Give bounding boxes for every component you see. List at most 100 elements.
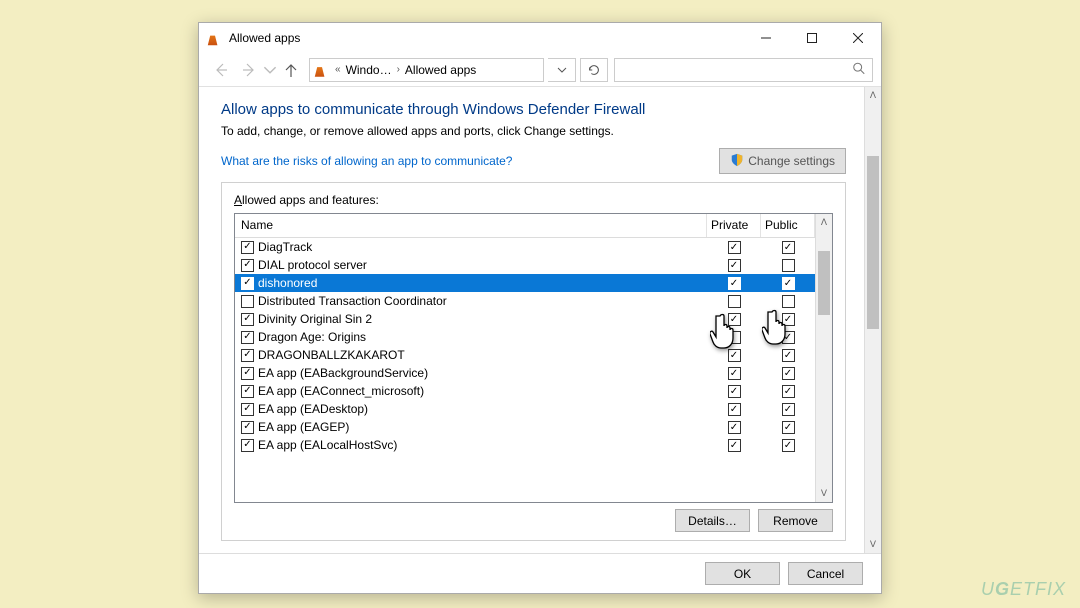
table-row[interactable]: ✓Divinity Original Sin 2✓✓ [235, 310, 815, 328]
app-checkbox[interactable]: ✓ [241, 259, 254, 272]
app-name: Distributed Transaction Coordinator [258, 294, 707, 308]
app-checkbox[interactable]: ✓ [241, 421, 254, 434]
public-checkbox[interactable]: ✓ [782, 313, 795, 326]
private-checkbox[interactable]: ✓ [728, 259, 741, 272]
allowed-apps-group: Allowed apps and features: Name Private … [221, 182, 846, 541]
search-icon [852, 61, 866, 78]
table-row[interactable]: ✓ DIAL protocol server ✓ [235, 256, 815, 274]
header-name[interactable]: Name [235, 214, 707, 237]
scroll-down-button[interactable]: ᐯ [816, 485, 832, 502]
change-settings-button[interactable]: Change settings [719, 148, 846, 174]
app-checkbox[interactable]: ✓ [241, 349, 254, 362]
private-checkbox[interactable]: ✓ [728, 403, 741, 416]
watermark: UGETFIX [981, 579, 1066, 600]
history-dropdown[interactable] [263, 56, 277, 84]
firewall-icon [314, 62, 330, 78]
close-button[interactable] [835, 23, 881, 53]
private-checkbox[interactable] [728, 295, 741, 308]
app-checkbox[interactable]: ✓ [241, 331, 254, 344]
app-checkbox[interactable]: ✓ [241, 367, 254, 380]
content-scrollbar[interactable]: ᐱ ᐯ [864, 87, 881, 553]
forward-button[interactable] [235, 56, 263, 84]
change-settings-label: Change settings [748, 154, 835, 168]
app-name: DRAGONBALLZKAKAROT [258, 348, 707, 362]
app-checkbox[interactable]: ✓ [241, 313, 254, 326]
minimize-button[interactable] [743, 23, 789, 53]
bottom-bar: OK Cancel [199, 553, 881, 593]
table-row[interactable]: ✓DiagTrack✓✓ [235, 238, 815, 256]
table-row[interactable]: ✓ EA app (EAConnect_microsoft) ✓ ✓ [235, 382, 815, 400]
table-row[interactable]: Distributed Transaction Coordinator [235, 292, 815, 310]
public-checkbox[interactable] [782, 295, 795, 308]
content-inner: Allow apps to communicate through Window… [199, 87, 864, 553]
maximize-button[interactable] [789, 23, 835, 53]
private-checkbox[interactable]: ✓ [728, 367, 741, 380]
private-checkbox[interactable]: ✓ [728, 421, 741, 434]
table-row[interactable]: ✓ Dragon Age: Origins ✓ [235, 328, 815, 346]
public-checkbox[interactable]: ✓ [782, 241, 795, 254]
private-checkbox[interactable] [728, 331, 741, 344]
breadcrumb-item[interactable]: Allowed apps [405, 63, 476, 77]
back-button[interactable] [207, 56, 235, 84]
app-checkbox[interactable]: ✓ [241, 277, 254, 290]
app-name: EA app (EAConnect_microsoft) [258, 384, 707, 398]
app-checkbox[interactable]: ✓ [241, 403, 254, 416]
page-subtext: To add, change, or remove allowed apps a… [221, 124, 846, 138]
app-checkbox[interactable] [241, 295, 254, 308]
header-public[interactable]: Public [761, 214, 815, 237]
public-checkbox[interactable]: ✓ [782, 367, 795, 380]
chevron-right-icon: › [395, 64, 402, 75]
app-checkbox[interactable]: ✓ [241, 385, 254, 398]
details-button[interactable]: Details… [675, 509, 750, 532]
risks-link[interactable]: What are the risks of allowing an app to… [221, 154, 512, 168]
public-checkbox[interactable]: ✓ [782, 349, 795, 362]
app-name: DIAL protocol server [258, 258, 707, 272]
scroll-thumb[interactable] [818, 251, 830, 315]
app-checkbox[interactable]: ✓ [241, 439, 254, 452]
list-header: Name Private Public [235, 214, 815, 238]
public-checkbox[interactable]: ✓ [782, 331, 795, 344]
public-checkbox[interactable]: ✓ [782, 421, 795, 434]
private-checkbox[interactable]: ✓ [728, 277, 741, 290]
address-dropdown[interactable] [548, 58, 576, 82]
address-bar[interactable]: « Windo… › Allowed apps [309, 58, 544, 82]
breadcrumb-prefix: « [333, 64, 343, 75]
private-checkbox[interactable]: ✓ [728, 439, 741, 452]
app-checkbox[interactable]: ✓ [241, 241, 254, 254]
private-checkbox[interactable]: ✓ [728, 349, 741, 362]
public-checkbox[interactable]: ✓ [782, 385, 795, 398]
scroll-thumb[interactable] [867, 156, 879, 329]
list-actions: Details… Remove [234, 509, 833, 532]
public-checkbox[interactable]: ✓ [782, 439, 795, 452]
public-checkbox[interactable] [782, 259, 795, 272]
link-row: What are the risks of allowing an app to… [221, 148, 846, 174]
public-checkbox[interactable]: ✓ [782, 403, 795, 416]
remove-button[interactable]: Remove [758, 509, 833, 532]
private-checkbox[interactable]: ✓ [728, 241, 741, 254]
table-row[interactable]: ✓EA app (EAGEP)✓✓ [235, 418, 815, 436]
window-title: Allowed apps [229, 31, 300, 45]
up-button[interactable] [277, 56, 305, 84]
scroll-up-button[interactable]: ᐱ [816, 214, 832, 231]
table-row[interactable]: ✓EA app (EADesktop)✓✓ [235, 400, 815, 418]
refresh-button[interactable] [580, 58, 608, 82]
apps-list: Name Private Public ✓DiagTrack✓✓✓DIAL pr… [234, 213, 833, 503]
table-row[interactable]: ✓EA app (EALocalHostSvc)✓✓ [235, 436, 815, 454]
cancel-button[interactable]: Cancel [788, 562, 863, 585]
table-row[interactable]: ✓ DRAGONBALLZKAKAROT ✓ ✓ [235, 346, 815, 364]
scroll-up-button[interactable]: ᐱ [865, 87, 881, 104]
app-name: Dragon Age: Origins [258, 330, 707, 344]
breadcrumb-item[interactable]: Windo… [346, 63, 392, 77]
header-private[interactable]: Private [707, 214, 761, 237]
firewall-icon [207, 30, 223, 46]
private-checkbox[interactable]: ✓ [728, 313, 741, 326]
table-row[interactable]: ✓EA app (EABackgroundService)✓✓ [235, 364, 815, 382]
search-box[interactable] [614, 58, 873, 82]
public-checkbox[interactable]: ✓ [782, 277, 795, 290]
scroll-down-button[interactable]: ᐯ [865, 536, 881, 553]
ok-button[interactable]: OK [705, 562, 780, 585]
list-scrollbar[interactable]: ᐱ ᐯ [815, 214, 832, 502]
list-body: ✓DiagTrack✓✓✓DIAL protocol server✓✓disho… [235, 238, 815, 502]
table-row[interactable]: ✓dishonored✓✓ [235, 274, 815, 292]
private-checkbox[interactable]: ✓ [728, 385, 741, 398]
